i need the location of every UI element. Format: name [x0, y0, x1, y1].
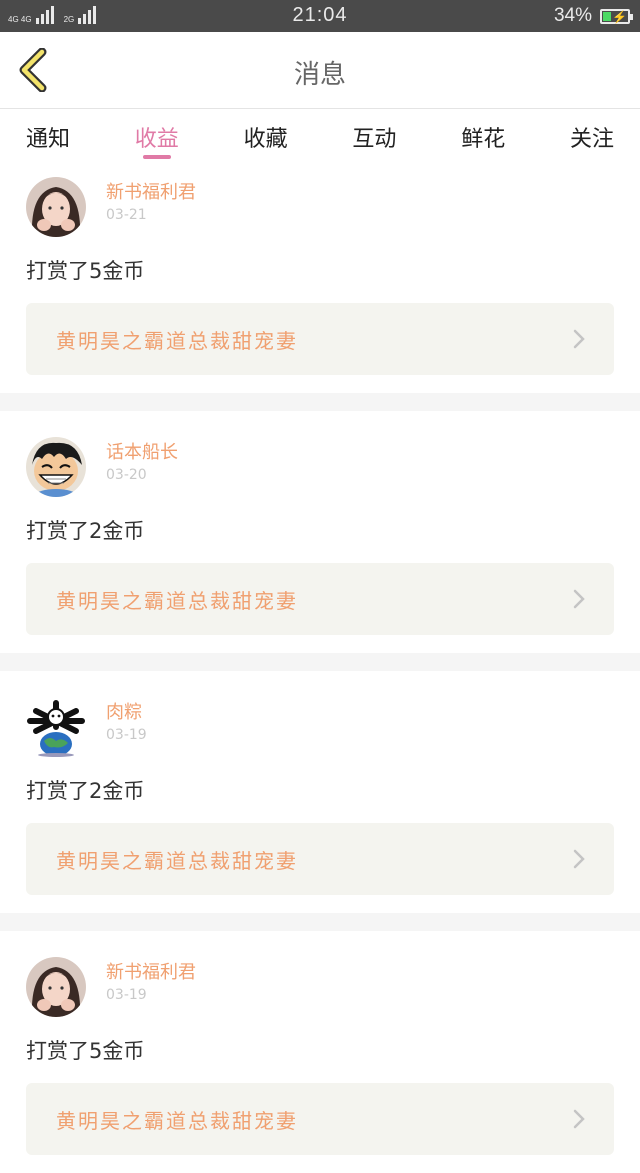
reward-text: 打赏了2金币 — [26, 519, 145, 543]
chevron-right-icon — [573, 329, 585, 349]
tab-following[interactable]: 关注 — [570, 109, 614, 167]
username[interactable]: 肉粽 — [106, 701, 147, 725]
username[interactable]: 新书福利君 — [106, 181, 196, 205]
username[interactable]: 话本船长 — [106, 441, 178, 465]
battery-icon: ⚡ — [600, 8, 633, 24]
book-title: 黄明昊之霸道总裁甜宠妻 — [56, 848, 298, 873]
book-title: 黄明昊之霸道总裁甜宠妻 — [56, 1108, 298, 1133]
book-link[interactable]: 黄明昊之霸道总裁甜宠妻 — [26, 1083, 614, 1155]
date: 03-19 — [106, 727, 147, 743]
chevron-right-icon — [573, 849, 585, 869]
globe-avatar[interactable] — [26, 697, 86, 757]
book-title: 黄明昊之霸道总裁甜宠妻 — [56, 328, 298, 353]
chevron-right-icon — [573, 1109, 585, 1129]
date: 03-21 — [106, 207, 147, 223]
list-item: 新书福利君 03-21 打赏了5金币 黄明昊之霸道总裁甜宠妻 — [0, 167, 640, 393]
divider — [0, 913, 640, 931]
clock: 21:04 — [292, 4, 348, 26]
tab-earnings[interactable]: 收益 — [135, 109, 179, 167]
status-bar: 4G 4G 2G 21:04 34% ⚡ — [0, 0, 640, 32]
list-item: 话本船长 03-20 打赏了2金币 黄明昊之霸道总裁甜宠妻 — [0, 411, 640, 653]
divider — [0, 653, 640, 671]
reward-text: 打赏了2金币 — [26, 779, 145, 803]
tab-flowers[interactable]: 鲜花 — [461, 109, 505, 167]
list-item: 肉粽 03-19 打赏了2金币 黄明昊之霸道总裁甜宠妻 — [0, 671, 640, 913]
book-link[interactable]: 黄明昊之霸道总裁甜宠妻 — [26, 823, 614, 895]
book-link[interactable]: 黄明昊之霸道总裁甜宠妻 — [26, 563, 614, 635]
cartoon-boy-avatar[interactable] — [26, 437, 86, 497]
date: 03-19 — [106, 987, 147, 1003]
battery-status: 34% ⚡ — [553, 5, 633, 27]
username[interactable]: 新书福利君 — [106, 961, 196, 985]
tab-notifications[interactable]: 通知 — [26, 109, 70, 167]
reward-text: 打赏了5金币 — [26, 259, 145, 283]
tab-interactions[interactable]: 互动 — [352, 109, 396, 167]
tab-favorites[interactable]: 收藏 — [244, 109, 288, 167]
book-title: 黄明昊之霸道总裁甜宠妻 — [56, 588, 298, 613]
chevron-right-icon — [573, 589, 585, 609]
date: 03-20 — [106, 467, 147, 483]
book-link[interactable]: 黄明昊之霸道总裁甜宠妻 — [26, 303, 614, 375]
tab-bar: 通知 收益 收藏 互动 鲜花 关注 — [0, 109, 640, 167]
reward-text: 打赏了5金币 — [26, 1039, 145, 1063]
girl-avatar[interactable] — [26, 957, 86, 1017]
list-item: 新书福利君 03-19 打赏了5金币 黄明昊之霸道总裁甜宠妻 — [0, 931, 640, 1173]
girl-avatar[interactable] — [26, 177, 86, 237]
battery-percent: 34% — [553, 5, 592, 26]
page-title: 消息 — [293, 60, 346, 90]
divider — [0, 393, 640, 411]
nav-header: 消息 — [0, 32, 640, 109]
